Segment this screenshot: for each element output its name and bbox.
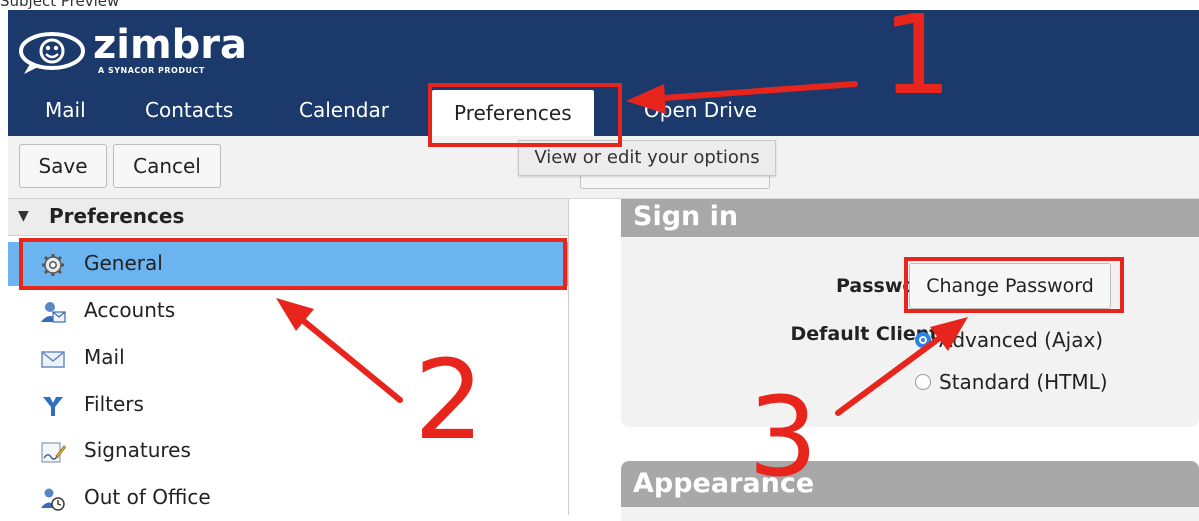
annotation-arrows	[276, 81, 968, 416]
annotation-number-1: 1	[882, 0, 952, 119]
annotation-number-3: 3	[748, 373, 818, 501]
annotation-number-2: 2	[414, 336, 484, 464]
